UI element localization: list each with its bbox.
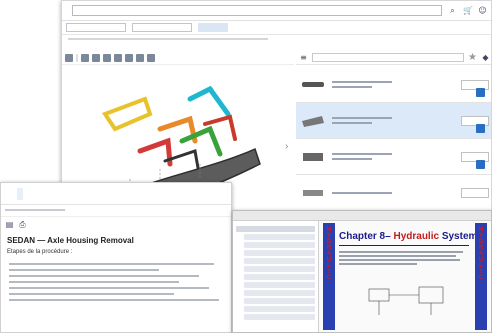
parts-list: [296, 67, 491, 213]
rotate-icon[interactable]: [125, 53, 133, 62]
bookmark-item[interactable]: [236, 226, 315, 232]
pdf-toolbar: [233, 211, 491, 221]
bracket-orange: [157, 114, 237, 144]
bookmark-item[interactable]: [244, 242, 315, 248]
catalog-nav: [62, 21, 491, 35]
results-filter-input[interactable]: [312, 53, 465, 62]
manual-tabs: [1, 183, 231, 205]
bookmark-item[interactable]: [244, 306, 315, 312]
add-to-cart-button[interactable]: [476, 88, 485, 97]
add-to-cart-button[interactable]: [476, 160, 485, 169]
tab-2[interactable]: [17, 187, 23, 200]
bookmark-item[interactable]: [244, 282, 315, 288]
part-row[interactable]: [296, 175, 491, 211]
user-icon[interactable]: ☺: [478, 6, 487, 15]
service-manual-window: ▤ ⎙ SEDAN — Axle Housing Removal Etapes …: [0, 182, 232, 333]
side-strip-left: HYDRAULIC: [323, 223, 335, 330]
zoom-out-icon[interactable]: [92, 53, 100, 62]
steps-heading: Etapes de la procédure :: [7, 249, 73, 255]
bookmark-item[interactable]: [244, 258, 315, 264]
favorite-icon[interactable]: ★: [468, 52, 477, 63]
strip-letter: C: [478, 275, 484, 281]
bracket-yellow: [101, 96, 153, 132]
bracket-cyan: [187, 85, 231, 117]
back-icon[interactable]: [65, 53, 73, 62]
results-header: ≡ ★ ◆: [296, 51, 491, 65]
part-info: [332, 189, 455, 197]
part-info: [332, 78, 455, 91]
add-to-cart-button[interactable]: [476, 124, 485, 133]
part-info: [332, 114, 455, 127]
settings-icon[interactable]: [147, 53, 155, 62]
bookmark-item[interactable]: [244, 290, 315, 296]
zoom-in-icon[interactable]: [81, 53, 89, 62]
tab-3[interactable]: [29, 188, 35, 200]
pdf-viewer-window: HYDRAULIC Chapter 8– Hydraulic System H …: [232, 210, 492, 333]
nav-tab[interactable]: [198, 23, 228, 32]
search-input[interactable]: [72, 5, 442, 16]
bookmark-item[interactable]: [244, 298, 315, 304]
bookmark-item[interactable]: [244, 234, 315, 240]
part-thumbnail: [300, 109, 326, 133]
fit-icon[interactable]: [103, 53, 111, 62]
part-row[interactable]: [296, 139, 491, 175]
nav-field-2[interactable]: [132, 23, 192, 32]
procedure-steps: [1, 263, 231, 301]
print-icon[interactable]: [114, 53, 122, 62]
chapter-text: [339, 249, 469, 267]
document-icon[interactable]: ▤: [5, 220, 14, 229]
bracket-green: [179, 125, 223, 157]
print-icon[interactable]: ⎙: [18, 220, 27, 229]
hydraulic-diagram: [368, 286, 444, 315]
catalog-header: ⌕ 🛒 ☺: [62, 1, 491, 21]
tab-1[interactable]: [5, 188, 11, 200]
desktop: ⌕ 🛒 ☺ › ≡ ★ ◆ ▤ ⎙ SEDAN — Axle Housing R…: [0, 0, 492, 333]
pdf-page[interactable]: HYDRAULIC Chapter 8– Hydraulic System H …: [319, 221, 491, 332]
side-strip-right: HYDRAULIC: [475, 223, 487, 330]
manual-toolbar: ▤ ⎙: [1, 217, 231, 231]
cart-icon[interactable]: 🛒: [463, 6, 473, 15]
layers-icon[interactable]: [136, 53, 144, 62]
tag-icon[interactable]: ◆: [481, 53, 490, 62]
diagram-toolbar: [62, 51, 294, 65]
heading-rule: [339, 245, 469, 246]
pdf-bookmarks-panel: [233, 221, 319, 332]
part-thumbnail: [300, 145, 326, 169]
nav-field[interactable]: [66, 23, 126, 32]
bookmark-item[interactable]: [244, 250, 315, 256]
part-info: [332, 150, 455, 163]
strip-letter: C: [326, 275, 332, 281]
part-thumbnail: [300, 181, 326, 205]
bookmark-item[interactable]: [244, 266, 315, 272]
chapter-heading: Chapter 8– Hydraulic System: [339, 231, 478, 242]
part-thumbnail: [300, 73, 326, 97]
bookmark-item[interactable]: [244, 314, 315, 320]
manual-subheader: [1, 205, 231, 217]
list-icon[interactable]: ≡: [299, 53, 308, 62]
part-row-selected[interactable]: [296, 103, 491, 139]
part-row[interactable]: [296, 67, 491, 103]
procedure-title: SEDAN — Axle Housing Removal: [7, 236, 134, 245]
next-chevron: ›: [285, 141, 288, 152]
breadcrumb: [62, 35, 491, 47]
bookmark-item[interactable]: [244, 274, 315, 280]
search-icon[interactable]: ⌕: [448, 6, 457, 15]
qty-input[interactable]: [461, 187, 489, 198]
